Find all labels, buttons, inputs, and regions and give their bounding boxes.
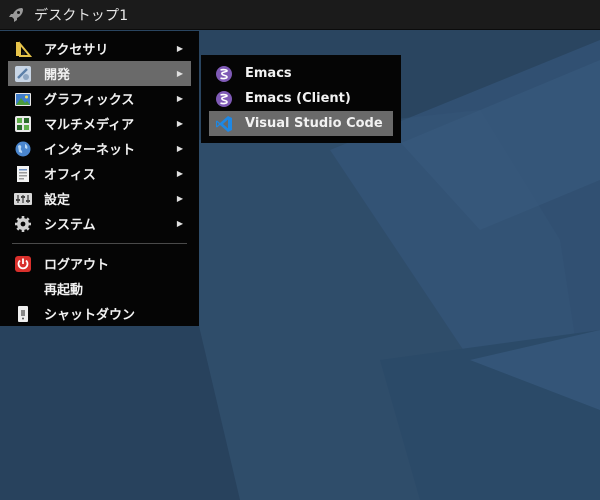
submenu-arrow-icon: ▶ — [176, 169, 183, 178]
submenu-arrow-icon: ▶ — [176, 144, 183, 153]
reboot-item[interactable]: 再起動 — [8, 276, 191, 301]
menu-item-label: ログアウト — [44, 258, 110, 273]
menu-item-internet[interactable]: インターネット ▶ — [8, 136, 191, 161]
menu-item-accessories[interactable]: アクセサリ ▶ — [8, 36, 191, 61]
submenu-arrow-icon: ▶ — [176, 119, 183, 128]
menu-item-office[interactable]: オフィス ▶ — [8, 161, 191, 186]
graphics-icon — [13, 89, 33, 109]
shutdown-icon — [13, 304, 33, 324]
rocket-icon[interactable] — [7, 6, 25, 24]
top-panel: デスクトップ1 — [0, 0, 600, 30]
submenu-item-label: Emacs — [245, 66, 292, 81]
power-icon — [13, 254, 33, 274]
globe-icon — [13, 139, 33, 159]
settings-icon — [13, 189, 33, 209]
menu-item-label: アクセサリ — [44, 43, 109, 58]
menu-item-label: 開発 — [44, 68, 71, 83]
desktop[interactable]: デスクトップ1 アクセサリ ▶ 開発 ▶ グラフィックス ▶ マルチメディア ▶… — [0, 0, 600, 500]
menu-separator — [12, 243, 187, 244]
menu-item-label: シャットダウン — [44, 308, 136, 323]
multimedia-icon — [13, 114, 33, 134]
menu-item-label: オフィス — [44, 168, 96, 183]
menu-item-label: 設定 — [44, 193, 71, 208]
submenu-item-label: Emacs (Client) — [245, 91, 351, 106]
accessories-icon — [13, 39, 33, 59]
shutdown-item[interactable]: シャットダウン — [8, 301, 191, 326]
development-icon — [13, 64, 33, 84]
menu-item-label: 再起動 — [44, 283, 84, 298]
submenu-arrow-icon: ▶ — [176, 94, 183, 103]
submenu-arrow-icon: ▶ — [176, 219, 183, 228]
submenu-item-emacs-client[interactable]: Emacs (Client) — [209, 86, 393, 111]
office-icon — [13, 164, 33, 184]
submenu-arrow-icon: ▶ — [176, 194, 183, 203]
menu-item-system[interactable]: システム ▶ — [8, 211, 191, 236]
emacs-icon — [214, 64, 234, 84]
menu-item-multimedia[interactable]: マルチメディア ▶ — [8, 111, 191, 136]
vscode-icon — [214, 114, 234, 134]
menu-item-label: システム — [44, 218, 96, 233]
menu-item-development[interactable]: 開発 ▶ — [8, 61, 191, 86]
menu-item-graphics[interactable]: グラフィックス ▶ — [8, 86, 191, 111]
submenu-arrow-icon: ▶ — [176, 69, 183, 78]
submenu-arrow-icon: ▶ — [176, 44, 183, 53]
application-menu: アクセサリ ▶ 開発 ▶ グラフィックス ▶ マルチメディア ▶ インターネット… — [0, 31, 199, 326]
logout-item[interactable]: ログアウト — [8, 251, 191, 276]
menu-item-label: インターネット — [44, 143, 136, 158]
emacs-icon — [214, 89, 234, 109]
menu-item-label: グラフィックス — [44, 93, 135, 108]
workspace-title[interactable]: デスクトップ1 — [34, 5, 128, 25]
menu-item-settings[interactable]: 設定 ▶ — [8, 186, 191, 211]
menu-item-label: マルチメディア — [44, 118, 135, 133]
reboot-icon-placeholder — [13, 279, 33, 299]
submenu-item-vscode[interactable]: Visual Studio Code — [209, 111, 393, 136]
submenu-item-label: Visual Studio Code — [245, 116, 383, 131]
submenu-item-emacs[interactable]: Emacs — [209, 61, 393, 86]
development-submenu: Emacs Emacs (Client) Visual Studio Code — [201, 55, 401, 143]
gear-icon — [13, 214, 33, 234]
